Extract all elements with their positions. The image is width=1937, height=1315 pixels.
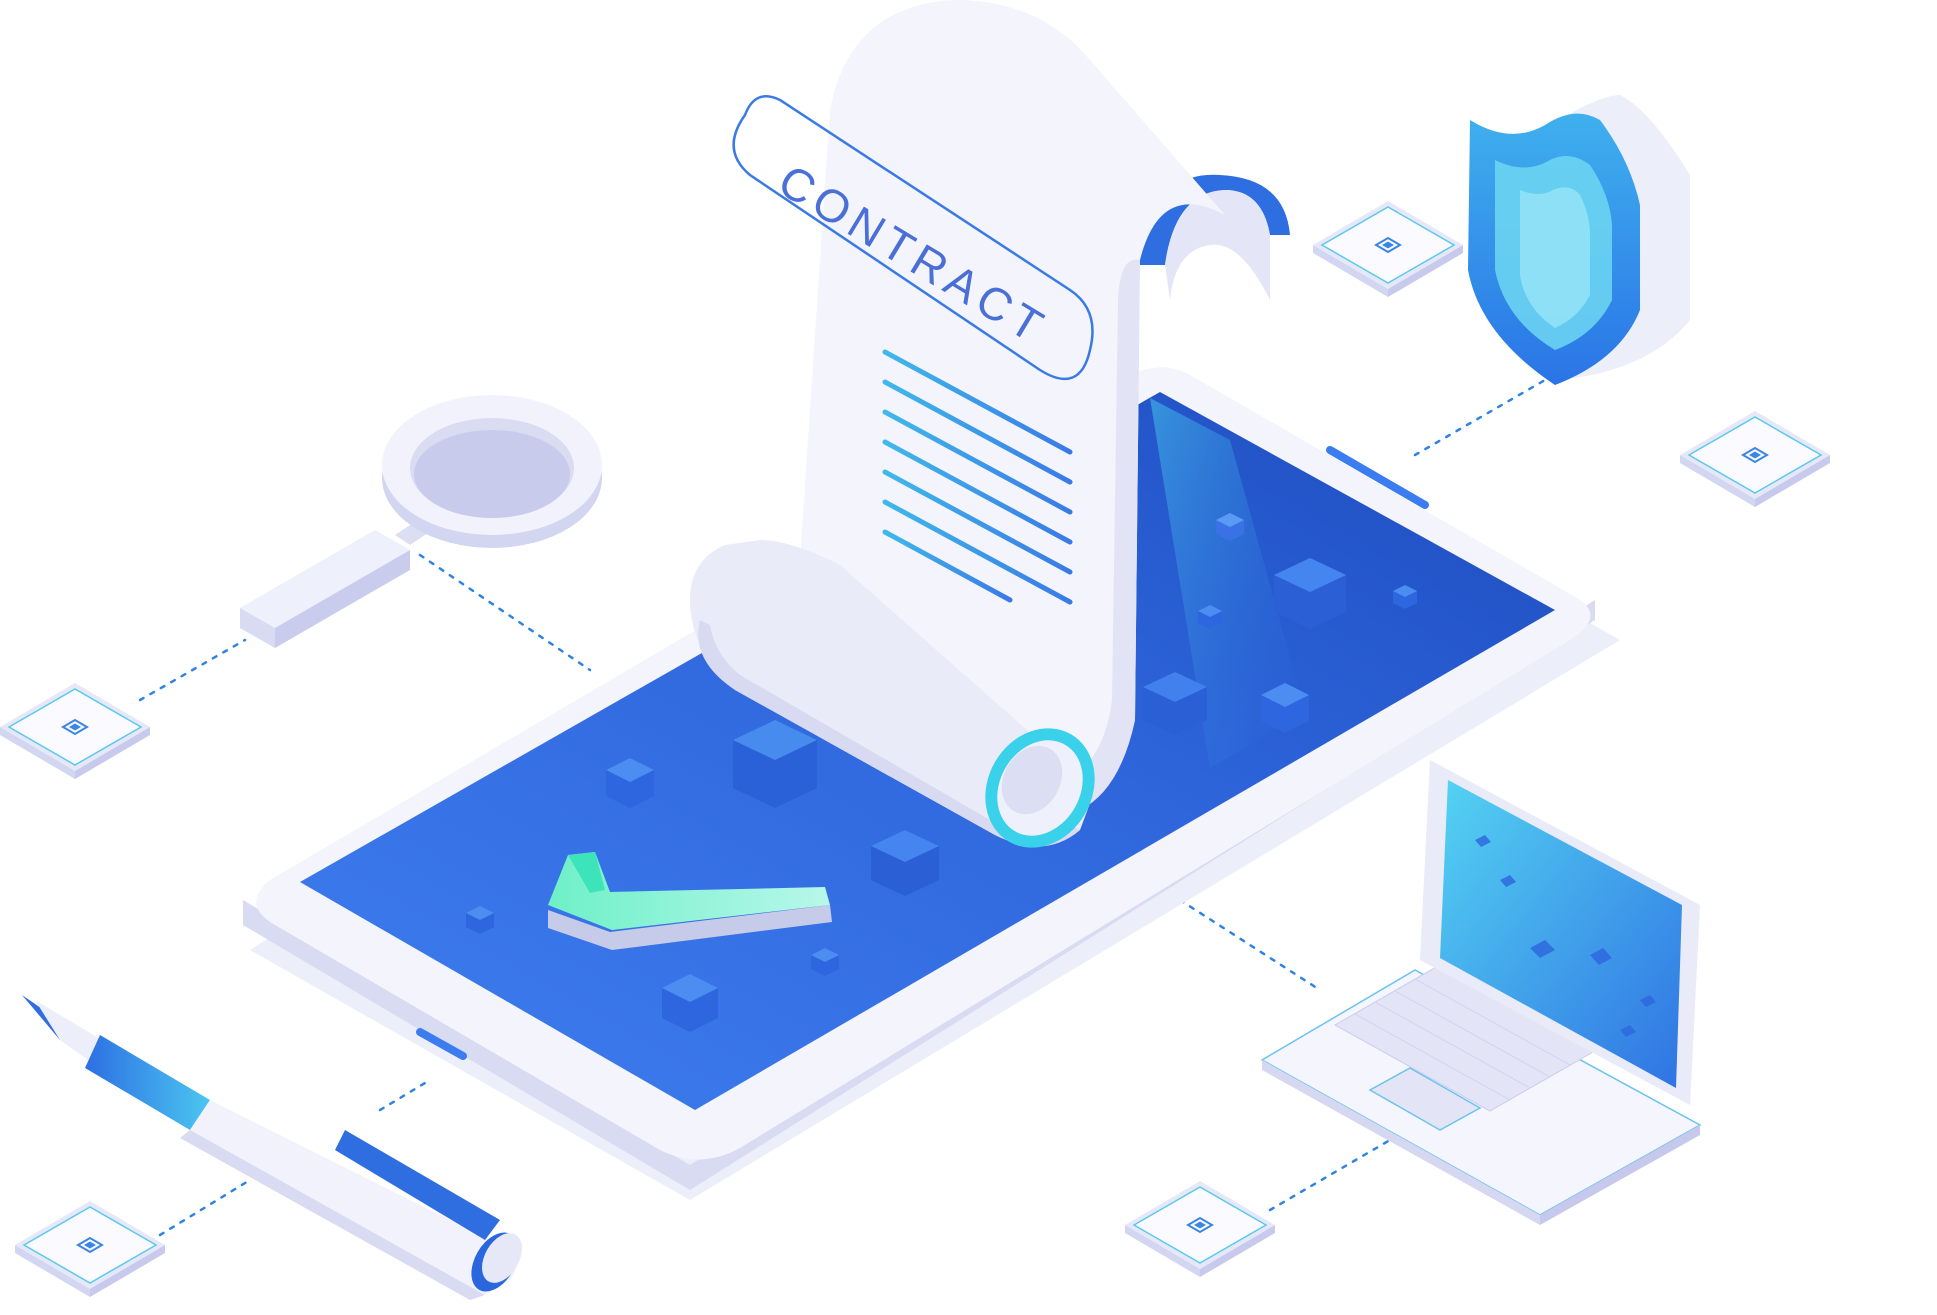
connector-laptop-chip bbox=[1268, 1138, 1392, 1212]
chip-node-top-right bbox=[1313, 201, 1463, 297]
isometric-contract-illustration: CONTRACT bbox=[0, 0, 1830, 1300]
laptop bbox=[1260, 760, 1702, 1225]
connector-magnifier-phone bbox=[418, 553, 592, 672]
connector-phone-laptop bbox=[1178, 898, 1322, 992]
chip-node-left bbox=[0, 683, 150, 779]
connector-pen-phone bbox=[378, 1078, 432, 1112]
chip-node-bottom-left bbox=[15, 1201, 165, 1297]
shield-icon bbox=[1468, 95, 1690, 386]
connector-shield-phone bbox=[1413, 378, 1547, 457]
magnifier-icon bbox=[240, 395, 602, 648]
chip-node-right bbox=[1680, 411, 1830, 507]
chip-node-bottom-right bbox=[1125, 1181, 1275, 1277]
connector-pen-chip bbox=[158, 1178, 252, 1237]
connector-magnifier-chip bbox=[138, 638, 247, 702]
